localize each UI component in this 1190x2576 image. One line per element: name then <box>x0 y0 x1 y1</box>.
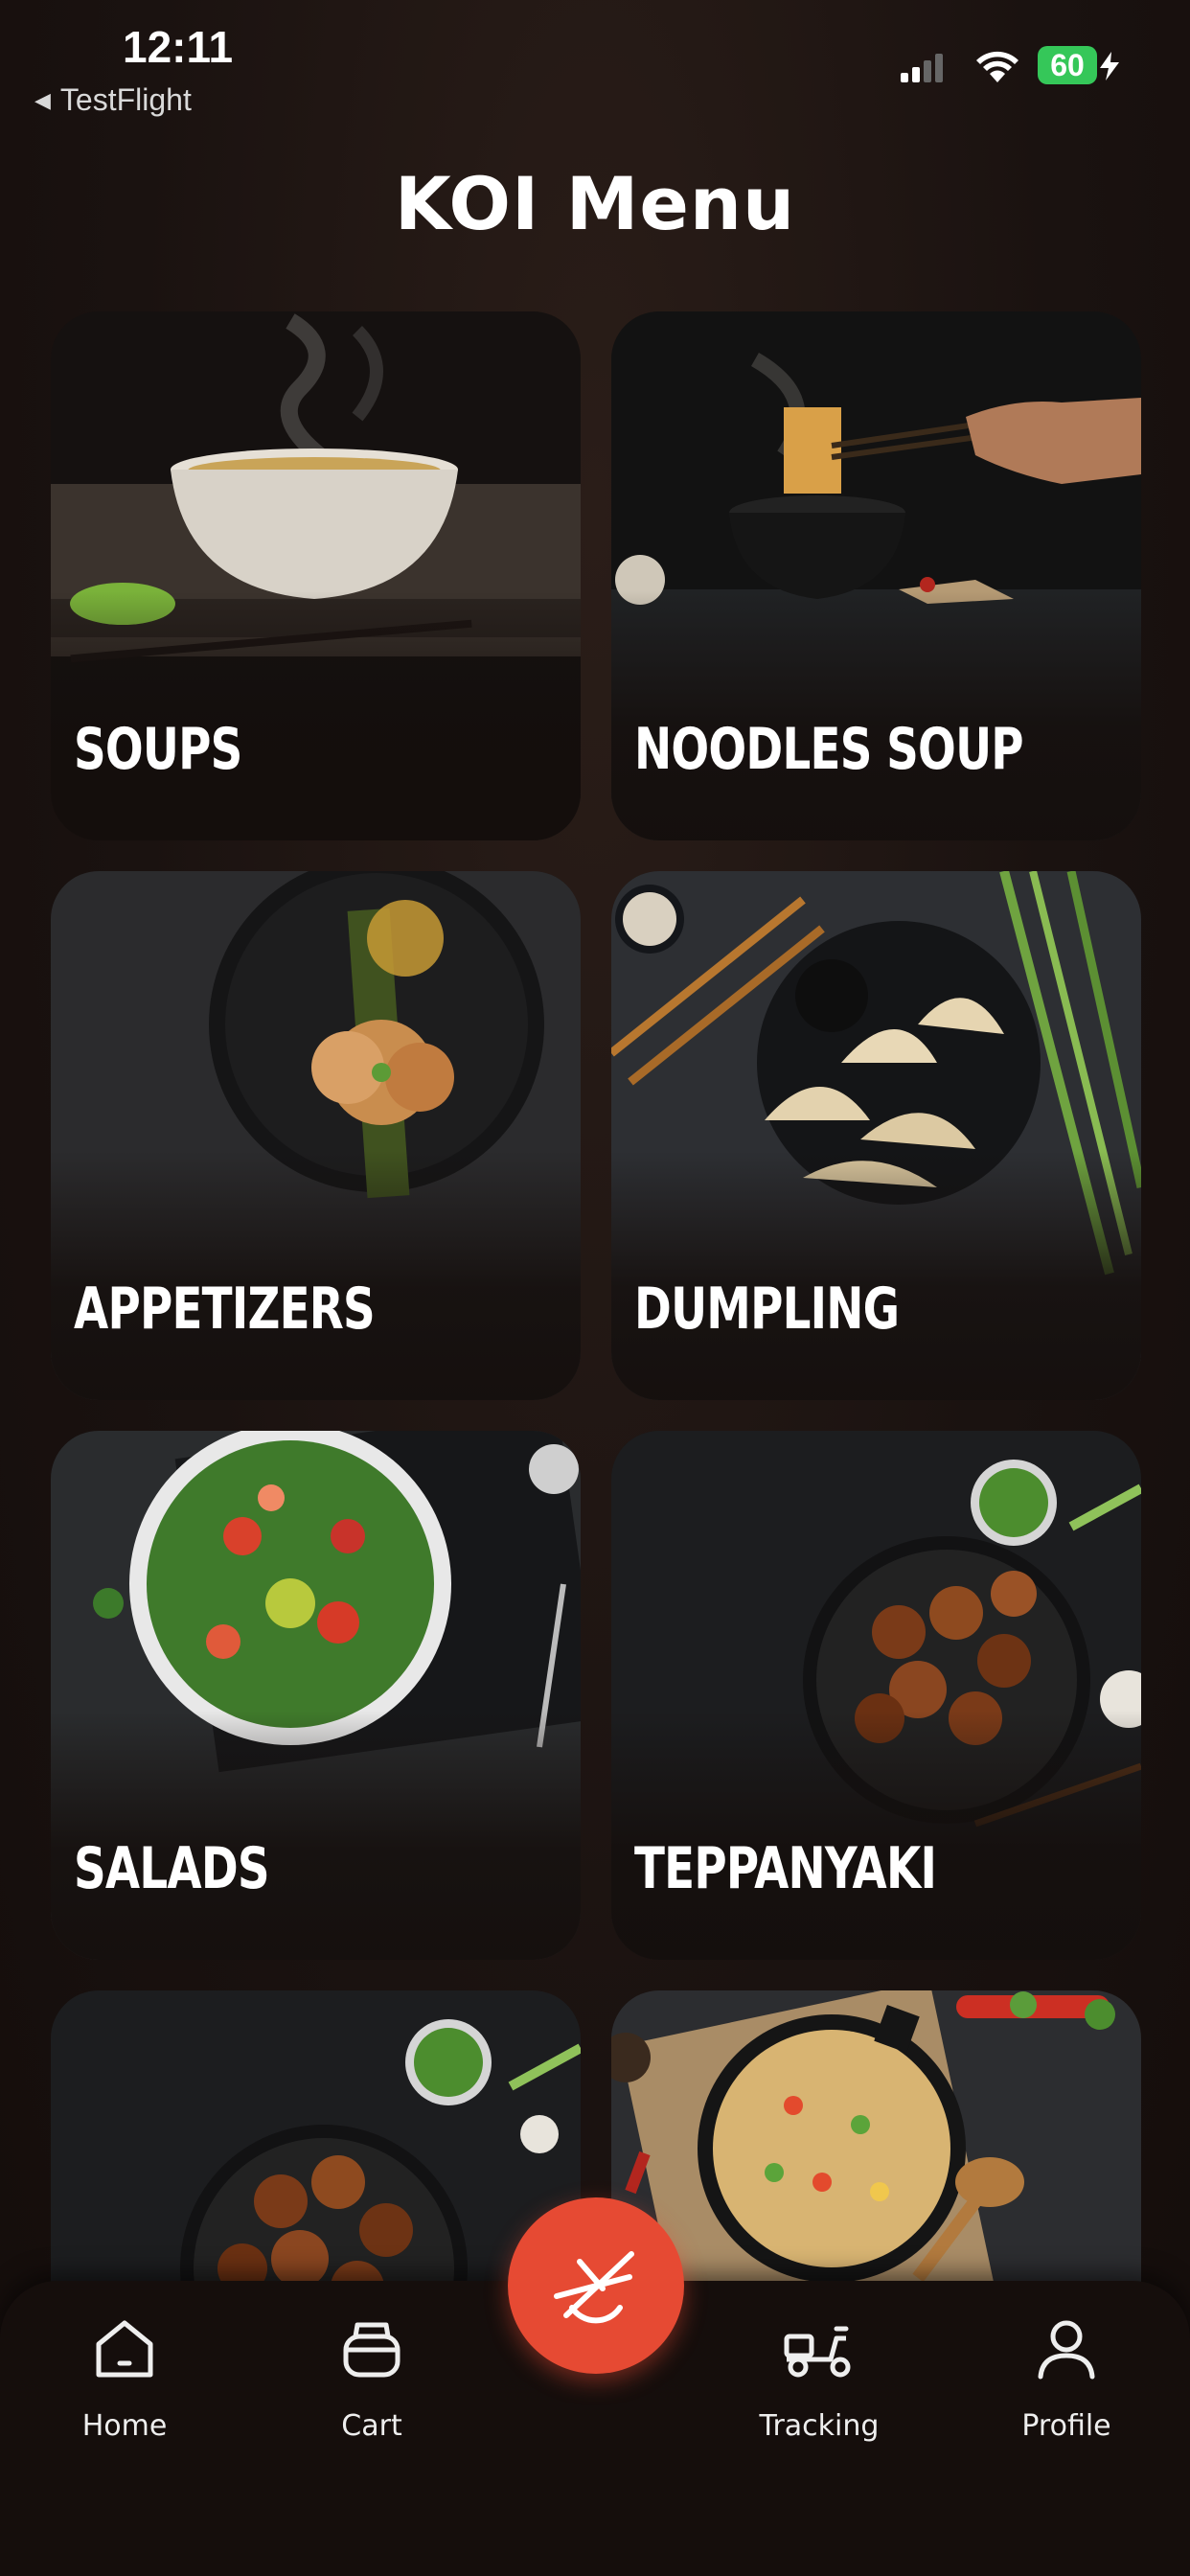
status-time: 12:11 <box>123 22 234 72</box>
nav-profile[interactable]: Profile <box>971 2315 1162 2443</box>
category-card-teppanyaki[interactable]: TEPPANYAKI <box>611 1431 1141 1960</box>
category-card-dumpling[interactable]: DUMPLING <box>611 871 1141 1400</box>
nav-label: Tracking <box>759 2409 880 2443</box>
nav-cart[interactable]: Cart <box>276 2315 468 2443</box>
category-label: APPETIZERS <box>74 1276 376 1343</box>
nav-home[interactable]: Home <box>29 2315 220 2443</box>
category-card-appetizers[interactable]: APPETIZERS <box>51 871 581 1400</box>
category-label: SALADS <box>74 1835 270 1902</box>
cellular-signal-icon <box>901 54 943 82</box>
category-card-soups[interactable]: SOUPS <box>51 311 581 840</box>
category-label: NOODLES SOUP <box>634 716 1024 783</box>
chopsticks-bowl-icon <box>554 2251 634 2324</box>
category-card-noodles-soup[interactable]: NOODLES SOUP <box>611 311 1141 840</box>
category-label: SOUPS <box>74 716 242 783</box>
back-arrow-icon: ◀ <box>34 88 51 112</box>
screen: 12:11 ◀ TestFlight 60 KOI Menu SOUPS NOO… <box>0 0 1190 2576</box>
page-title: KOI Menu <box>394 161 796 246</box>
home-icon <box>96 2320 153 2378</box>
profile-icon <box>1038 2320 1095 2380</box>
nav-label: Profile <box>1021 2409 1111 2443</box>
battery-level: 60 <box>1038 46 1097 84</box>
status-bar: 12:11 ◀ TestFlight 60 <box>0 0 1190 134</box>
nav-label: Home <box>81 2409 168 2443</box>
category-label: TEPPANYAKI <box>634 1835 937 1902</box>
back-app-label: TestFlight <box>59 82 192 117</box>
back-to-testflight[interactable]: ◀ TestFlight <box>34 82 192 118</box>
cart-icon <box>343 2322 400 2378</box>
menu-fab-button[interactable] <box>508 2197 684 2374</box>
category-label: DUMPLING <box>634 1276 900 1343</box>
nav-label: Cart <box>341 2409 402 2443</box>
category-card-salads[interactable]: SALADS <box>51 1431 581 1960</box>
wifi-icon <box>976 51 1018 82</box>
nav-tracking[interactable]: Tracking <box>723 2315 915 2443</box>
delivery-scooter-icon <box>784 2326 851 2378</box>
charging-bolt-icon <box>1100 52 1119 80</box>
